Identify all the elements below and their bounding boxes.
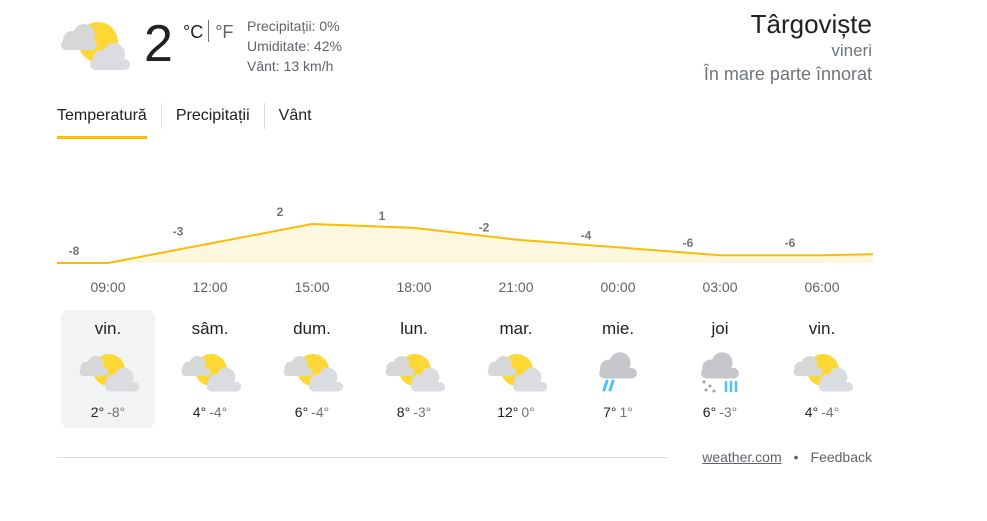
unit-celsius[interactable]: °C <box>183 22 203 43</box>
partly-cloudy-icon <box>181 354 242 392</box>
current-temperature: 2 <box>144 15 173 73</box>
time-label: 09:00 <box>90 279 126 295</box>
temperature-point-label: -8 <box>69 244 80 258</box>
city-name: Târgoviște <box>750 9 872 39</box>
high-temp: 6° <box>702 404 717 420</box>
day-card-name: sâm. <box>191 319 229 338</box>
day-card[interactable]: dum. 6° -4° <box>265 310 359 428</box>
temperature-point-label: -4 <box>581 228 592 242</box>
tab-wind[interactable]: Vânt <box>263 103 326 129</box>
footer-separator: • <box>793 449 799 465</box>
time-label: 21:00 <box>498 279 534 295</box>
day-card-temps: 12° 0° <box>469 404 563 420</box>
high-temp: 2° <box>90 404 105 420</box>
daily-forecast: vin. 2° -8° sâm. 4° -4° dum. 6° -4° lun. 8° -3° mar.… <box>57 310 873 430</box>
low-temp: -4° <box>821 404 840 420</box>
low-temp: 1° <box>619 404 633 420</box>
time-label: 12:00 <box>192 279 228 295</box>
day-card-temps: 7° 1° <box>571 404 665 420</box>
day-card-temps: 8° -3° <box>367 404 461 420</box>
low-temp: -8° <box>107 404 126 420</box>
footer: weather.com • Feedback <box>702 449 872 465</box>
unit-switch: °C °F <box>183 20 233 43</box>
unit-divider <box>208 20 210 42</box>
day-card[interactable]: joi 6° -3° <box>673 310 767 428</box>
day-card-name: mar. <box>499 319 533 338</box>
time-label: 03:00 <box>702 279 738 295</box>
day-card-temps: 6° -4° <box>265 404 359 420</box>
day-card[interactable]: mar. 12° 0° <box>469 310 563 428</box>
time-label: 00:00 <box>600 279 636 295</box>
partly-cloudy-icon <box>79 354 140 392</box>
high-temp: 4° <box>192 404 207 420</box>
day-card-name: joi <box>711 319 729 338</box>
time-label: 06:00 <box>804 279 840 295</box>
day-card[interactable]: sâm. 4° -4° <box>163 310 257 428</box>
footer-divider <box>57 457 667 458</box>
low-temp: -4° <box>209 404 228 420</box>
day-card[interactable]: lun. 8° -3° <box>367 310 461 428</box>
metric-tabs: Temperatură Precipitații Vânt <box>57 103 326 141</box>
temperature-point-label: -2 <box>479 221 490 235</box>
day-card-name: dum. <box>293 319 331 338</box>
temperature-point-label: 1 <box>379 209 386 223</box>
precipitation-text: Precipitații: 0% <box>247 18 340 34</box>
condition-text: În mare parte înnorat <box>703 64 872 84</box>
tab-precipitation[interactable]: Precipitații <box>160 103 264 129</box>
day-card-temps: 2° -8° <box>61 404 155 420</box>
time-axis: 09:00 12:00 15:00 18:00 21:00 00:00 03:00 06:00 <box>57 279 873 299</box>
high-temp: 4° <box>804 404 819 420</box>
day-card[interactable]: vin. 4° -4° <box>775 310 869 428</box>
high-temp: 8° <box>396 404 411 420</box>
day-card[interactable]: vin. 2° -8° <box>61 310 155 428</box>
low-temp: -3° <box>719 404 738 420</box>
current-details: Precipitații: 0% Umiditate: 42% Vânt: 13… <box>247 16 342 76</box>
high-temp: 6° <box>294 404 309 420</box>
day-card-temps: 4° -4° <box>775 404 869 420</box>
partly-cloudy-icon <box>385 354 446 392</box>
low-temp: -4° <box>311 404 330 420</box>
snow-rain-icon <box>701 352 739 393</box>
day-card-name: vin. <box>94 319 122 338</box>
feedback-link[interactable]: Feedback <box>811 449 872 465</box>
weather-source-link[interactable]: weather.com <box>702 449 781 465</box>
unit-fahrenheit[interactable]: °F <box>215 22 233 43</box>
day-card-temps: 4° -4° <box>163 404 257 420</box>
low-temp: -3° <box>413 404 432 420</box>
temperature-chart: -8 -3 2 1 -2 -4 -6 -6 <box>57 205 873 264</box>
day-card-name: lun. <box>400 319 428 338</box>
day-card-name: vin. <box>808 319 836 338</box>
partly-cloudy-icon <box>61 22 130 70</box>
day-card[interactable]: mie. 7° 1° <box>571 310 665 428</box>
location-block: Târgoviște vineri În mare parte înnorat <box>704 8 872 86</box>
day-card-temps: 6° -3° <box>673 404 767 420</box>
low-temp: 0° <box>521 404 535 420</box>
high-temp: 7° <box>603 404 617 420</box>
temperature-point-label: -6 <box>683 236 694 250</box>
temperature-point-label: 2 <box>277 205 284 219</box>
day-name: vineri <box>831 41 872 60</box>
partly-cloudy-icon <box>283 354 344 392</box>
partly-cloudy-icon <box>793 354 854 392</box>
tab-temperature[interactable]: Temperatură <box>57 103 161 139</box>
time-label: 15:00 <box>294 279 330 295</box>
high-temp: 12° <box>497 404 519 420</box>
temperature-point-label: -6 <box>785 236 796 250</box>
day-card-name: mie. <box>601 319 635 338</box>
humidity-text: Umiditate: 42% <box>247 38 342 54</box>
temperature-point-label: -3 <box>173 225 184 239</box>
partly-cloudy-icon <box>487 354 548 392</box>
rain-icon <box>599 352 637 392</box>
time-label: 18:00 <box>396 279 432 295</box>
wind-text: Vânt: 13 km/h <box>247 58 334 74</box>
